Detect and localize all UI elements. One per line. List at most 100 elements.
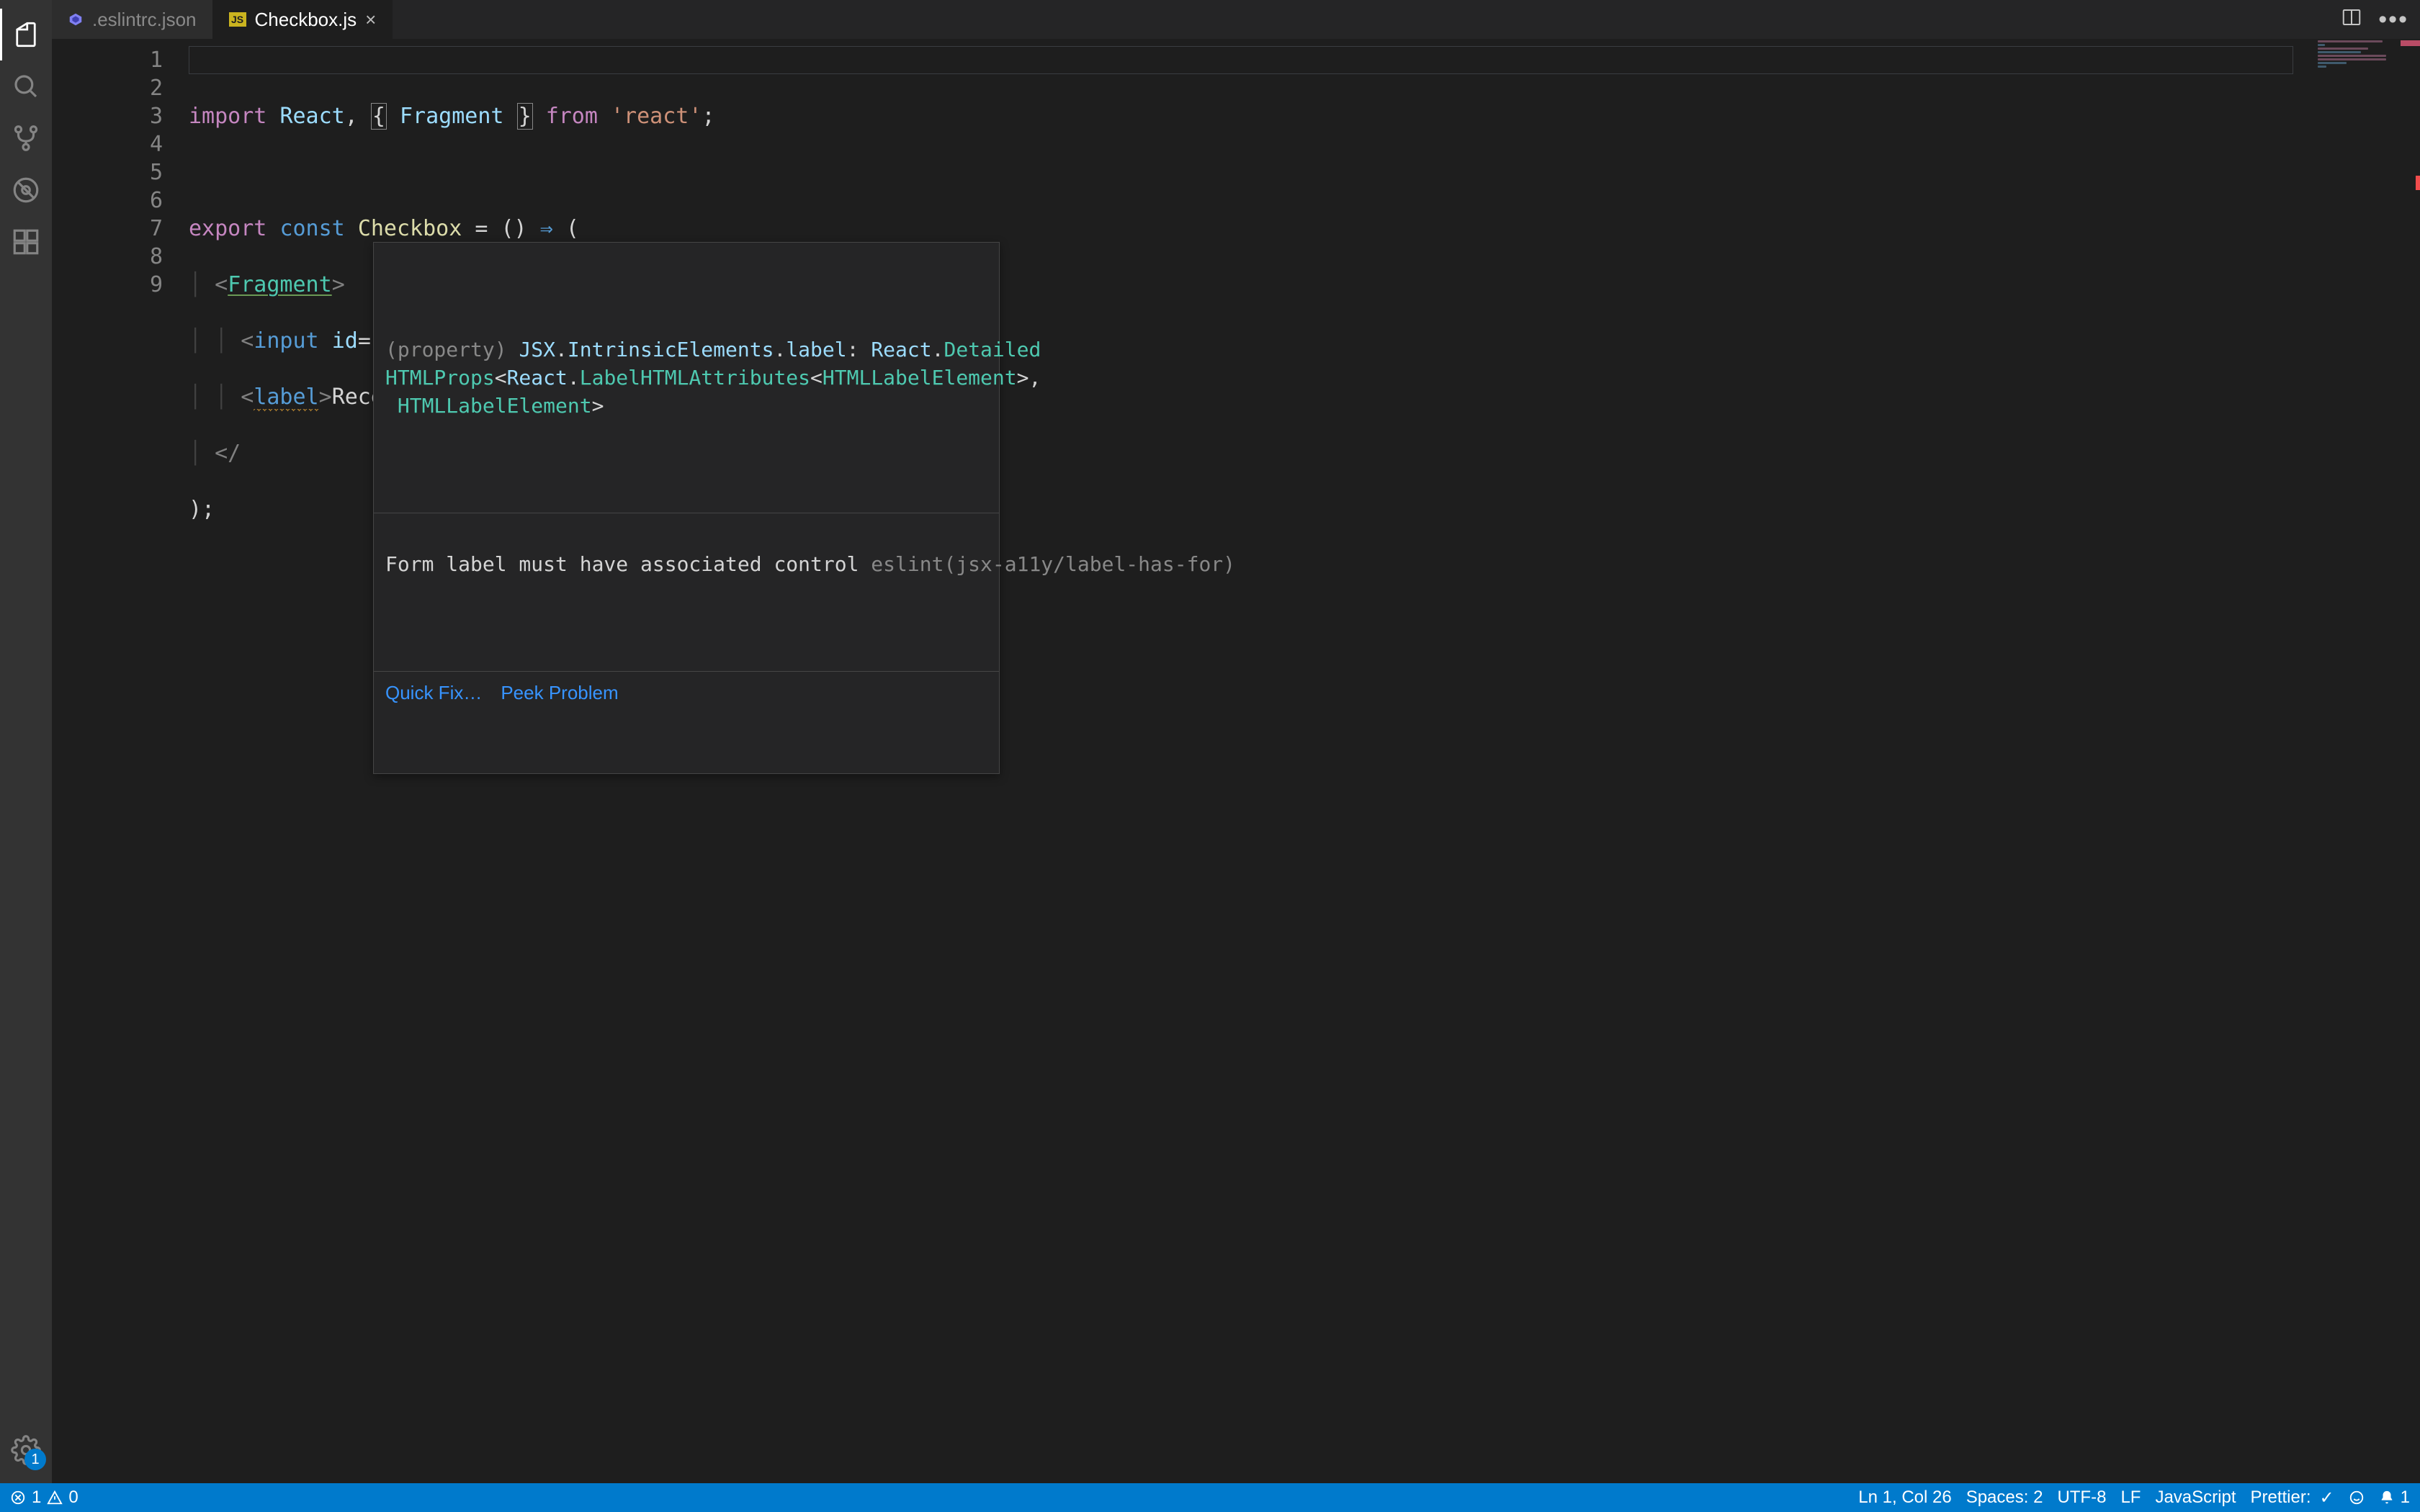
line-number: 8	[52, 243, 163, 271]
current-line-highlight	[189, 46, 2293, 74]
search-icon[interactable]	[0, 60, 52, 112]
split-editor-icon[interactable]	[2341, 6, 2362, 33]
line-number: 5	[52, 158, 163, 186]
t: }	[517, 103, 533, 130]
editor[interactable]: 1 2 3 4 5 6 7 8 9 import React, { Fragme…	[52, 39, 2420, 1483]
t: >	[592, 394, 604, 418]
overview-ruler[interactable]	[2400, 39, 2420, 1483]
status-prettier[interactable]: Prettier:	[2251, 1488, 2334, 1508]
ruler-mark	[2401, 40, 2420, 46]
tab-eslintrc[interactable]: .eslintrc.json	[52, 0, 213, 39]
t: .	[932, 338, 944, 361]
t: Checkbox	[358, 216, 462, 241]
status-encoding[interactable]: UTF-8	[2057, 1488, 2106, 1508]
t: Fragment	[228, 272, 332, 297]
t: </	[215, 441, 241, 466]
status-notifications[interactable]: 1	[2379, 1488, 2410, 1508]
t: from	[546, 104, 598, 129]
t: ⇒	[540, 216, 553, 241]
t: {	[371, 103, 387, 130]
t: =	[475, 216, 488, 241]
t: HTMLLabelElement	[385, 394, 592, 418]
hover-signature: (property) JSX.IntrinsicElements.label: …	[374, 299, 999, 456]
t: ,	[345, 104, 358, 129]
t: ;	[702, 104, 714, 129]
line-number: 9	[52, 271, 163, 299]
status-eol[interactable]: LF	[2120, 1488, 2141, 1508]
editor-actions: •••	[2341, 0, 2420, 39]
t: );	[189, 497, 215, 522]
settings-gear-icon[interactable]: 1	[0, 1424, 52, 1476]
workbench: 1 .eslintrc.json JS Checkbox.js × •••	[0, 0, 2420, 1483]
t: (	[566, 216, 579, 241]
peek-problem-link[interactable]: Peek Problem	[501, 679, 618, 707]
extensions-icon[interactable]	[0, 216, 52, 268]
t: ,	[1028, 366, 1041, 390]
quick-fix-link[interactable]: Quick Fix…	[385, 679, 482, 707]
settings-badge: 1	[24, 1449, 46, 1470]
t: label	[254, 384, 318, 412]
t: Fragment	[400, 104, 504, 129]
t: eslint(jsx-a11y/label-has-for)	[871, 552, 1235, 576]
hover-message: Form label must have associated control …	[374, 513, 999, 615]
close-icon[interactable]: ×	[365, 9, 376, 31]
code-area[interactable]: import React, { Fragment } from 'react';…	[189, 39, 2313, 1483]
tab-label: Checkbox.js	[255, 9, 357, 31]
t: id	[332, 328, 358, 354]
js-file-icon: JS	[229, 12, 246, 27]
status-language[interactable]: JavaScript	[2155, 1488, 2236, 1508]
t: <	[810, 366, 823, 390]
explorer-icon[interactable]	[0, 9, 52, 60]
t: <	[241, 328, 254, 354]
warning-count: 0	[68, 1488, 78, 1508]
line-number: 1	[52, 46, 163, 74]
status-cursor[interactable]: Ln 1, Col 26	[1858, 1488, 1951, 1508]
tab-checkbox[interactable]: JS Checkbox.js ×	[213, 0, 393, 39]
status-problems[interactable]: 1 0	[10, 1488, 79, 1508]
tab-label: .eslintrc.json	[92, 9, 197, 31]
t: >	[332, 272, 345, 297]
t: .	[555, 338, 568, 361]
error-count: 1	[32, 1488, 41, 1508]
t: 'react'	[611, 104, 702, 129]
notification-count: 1	[2401, 1488, 2410, 1508]
activity-bar: 1	[0, 0, 52, 1483]
line-number: 3	[52, 102, 163, 130]
t: label	[786, 338, 846, 361]
debug-icon[interactable]	[0, 164, 52, 216]
ruler-error-mark	[2416, 176, 2420, 190]
more-actions-icon[interactable]: •••	[2378, 6, 2408, 34]
t: Detailed	[944, 338, 1041, 361]
hover-tooltip: (property) JSX.IntrinsicElements.label: …	[373, 242, 1000, 774]
hover-actions: Quick Fix… Peek Problem	[374, 671, 999, 717]
t: ()	[501, 216, 527, 241]
line-number: 7	[52, 215, 163, 243]
t: :	[847, 338, 871, 361]
t: (property)	[385, 338, 519, 361]
t: HTMLLabelElement	[823, 366, 1017, 390]
t: import	[189, 104, 266, 129]
t: >	[319, 384, 332, 410]
t: <	[241, 384, 254, 410]
t: IntrinsicElements	[568, 338, 774, 361]
source-control-icon[interactable]	[0, 112, 52, 164]
t: React	[279, 104, 344, 129]
t: LabelHTMLAttributes	[580, 366, 810, 390]
t: <	[215, 272, 228, 297]
line-number: 6	[52, 186, 163, 215]
status-indent[interactable]: Spaces: 2	[1966, 1488, 2043, 1508]
minimap[interactable]	[2313, 39, 2400, 1483]
t: Form label must have associated control	[385, 552, 871, 576]
t: >	[1017, 366, 1029, 390]
t: <	[495, 366, 507, 390]
editor-group: .eslintrc.json JS Checkbox.js × ••• 1 2 …	[52, 0, 2420, 1483]
t: input	[254, 328, 318, 354]
t: React	[871, 338, 931, 361]
status-feedback-icon[interactable]	[2349, 1490, 2365, 1506]
line-number: 2	[52, 74, 163, 102]
t: HTMLProps	[385, 366, 495, 390]
t: JSX	[519, 338, 555, 361]
status-bar: 1 0 Ln 1, Col 26 Spaces: 2 UTF-8 LF Java…	[0, 1483, 2420, 1512]
t: React	[507, 366, 568, 390]
t: .	[568, 366, 580, 390]
